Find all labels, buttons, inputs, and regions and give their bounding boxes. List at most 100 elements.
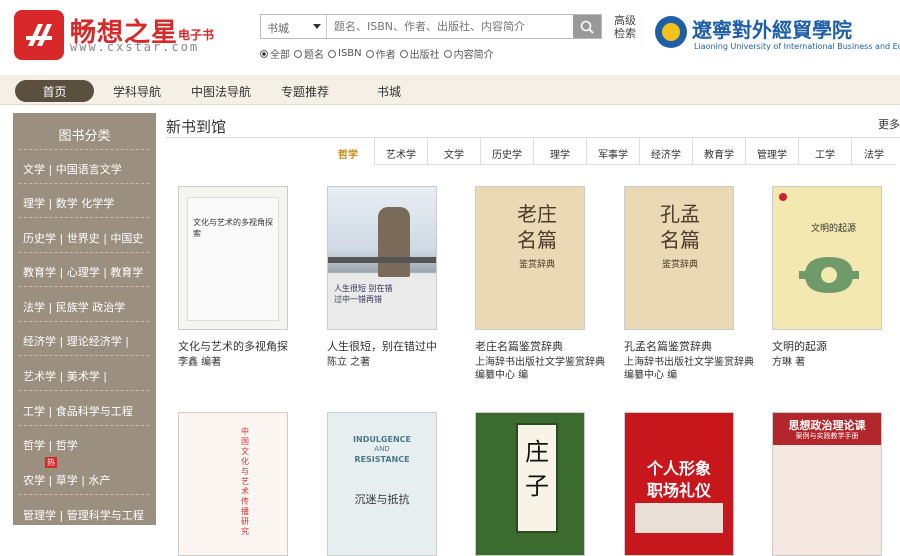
- cover-title: 中国文化与艺术传播研究: [241, 427, 249, 536]
- book-title[interactable]: 文化与艺术的多视角探: [178, 338, 318, 354]
- book-cover[interactable]: INDULGENCE AND RESISTANCE 沉迷与抵抗: [327, 412, 437, 556]
- sidebar-item-history[interactable]: 历史学 | 世界史 | 中国史: [23, 230, 149, 246]
- main-nav: 首页 学科导航 中图法导航 专题推荐 书城: [0, 75, 900, 105]
- book-cover[interactable]: 老庄名篇 鉴赏辞典: [475, 186, 585, 330]
- sidebar-item-engineering[interactable]: 工学 | 食品科学与工程: [23, 403, 149, 419]
- nav-bookstore[interactable]: 书城: [377, 80, 401, 102]
- sidebar-item-literature[interactable]: 文学 | 中国语言文学: [23, 161, 149, 177]
- book-title[interactable]: 孔孟名篇鉴赏辞典: [624, 338, 764, 354]
- radio-icon: [365, 49, 374, 58]
- brand-url: www.cxstar.com: [70, 40, 200, 54]
- cover-title: 沉迷与抵抗: [354, 493, 410, 506]
- cover-title-en: RESISTANCE: [354, 455, 410, 464]
- nav-home[interactable]: 首页: [15, 80, 94, 102]
- cover-title: 文化与艺术的多视角探索: [193, 218, 273, 238]
- radio-icon: [294, 49, 302, 58]
- sidebar-item-law[interactable]: 法学 | 民族学 政治学: [23, 299, 149, 315]
- nav-subject[interactable]: 学科导航: [113, 80, 161, 102]
- book-cover[interactable]: 个人形象 职场礼仪: [624, 412, 734, 556]
- cover-title: 个人形象: [646, 459, 711, 478]
- sidebar-item-management[interactable]: 管理学 | 管理科学与工程: [23, 507, 149, 523]
- divider: [19, 425, 149, 426]
- radio-author[interactable]: 作者: [365, 46, 396, 61]
- search-scope-select[interactable]: 书城: [261, 15, 327, 38]
- radio-title[interactable]: 题名: [294, 46, 324, 61]
- book-cover[interactable]: 中国文化与艺术传播研究: [178, 412, 288, 556]
- divider: [19, 390, 149, 391]
- tab-art[interactable]: 艺术学: [375, 138, 428, 165]
- university-name: 遼寧對外經貿學院: [692, 18, 852, 42]
- tab-law[interactable]: 法学: [852, 138, 896, 165]
- sidebar-item-agriculture[interactable]: 农学 | 草学 | 水产: [23, 472, 149, 488]
- radio-publisher[interactable]: 出版社: [399, 46, 440, 61]
- radio-isbn[interactable]: ISBN: [328, 46, 362, 61]
- book-title[interactable]: 人生很短，别在错过中: [327, 338, 467, 354]
- book-cover[interactable]: 文化与艺术的多视角探索: [178, 186, 288, 330]
- tab-philosophy[interactable]: 哲学: [322, 138, 375, 165]
- radio-summary[interactable]: 内容简介: [443, 46, 494, 61]
- search-field-radios: 全部 题名 ISBN 作者 出版社 内容简介: [260, 46, 494, 61]
- cxstar-logo[interactable]: [14, 10, 64, 60]
- tab-literature[interactable]: 文学: [428, 138, 481, 165]
- divider: [19, 183, 149, 184]
- sidebar-item-science[interactable]: 理学 | 数学 化学学: [23, 195, 149, 211]
- tab-science[interactable]: 理学: [534, 138, 587, 165]
- divider: [19, 321, 149, 322]
- book-author: 上海辞书出版社文学鉴赏辞典编纂中心 编: [475, 357, 605, 381]
- nav-topics[interactable]: 专题推荐: [281, 80, 329, 102]
- sidebar-item-economics[interactable]: 经济学 | 理论经济学 |: [23, 333, 149, 349]
- book-title[interactable]: 老庄名篇鉴赏辞典: [475, 338, 615, 354]
- cover-subtitle: 案例与实践教学手册: [795, 432, 859, 440]
- divider: [19, 286, 149, 287]
- radio-all[interactable]: 全部: [260, 46, 290, 61]
- cover-subtitle: 鉴赏辞典: [661, 260, 698, 270]
- category-sidebar: 图书分类 文学 | 中国语言文学 理学 | 数学 化学学 历史学 | 世界史 |…: [13, 113, 156, 525]
- more-link[interactable]: 更多: [878, 116, 900, 132]
- cover-title: 文明的起源: [811, 224, 857, 234]
- sidebar-title: 图书分类: [58, 129, 111, 144]
- tab-history[interactable]: 历史学: [481, 138, 534, 165]
- header: 畅想之星 电子书 www.cxstar.com 书城 高级检索 全部 题名 IS…: [0, 0, 900, 75]
- divider: [19, 494, 149, 495]
- book-cover[interactable]: 思想政治理论课 案例与实践教学手册: [772, 412, 882, 556]
- search-icon: [580, 20, 594, 34]
- tab-engineering[interactable]: 工学: [799, 138, 852, 165]
- sidebar-item-philosophy[interactable]: 哲学 | 哲学: [23, 437, 149, 453]
- book-author: 陈立 之著: [327, 357, 371, 368]
- book-author: 李鑫 编著: [178, 357, 222, 368]
- book-title[interactable]: 文明的起源: [772, 338, 900, 354]
- radio-checked-icon: [260, 49, 268, 58]
- logo-glyph-icon: [26, 24, 52, 46]
- cover-title: 职场礼仪: [646, 481, 711, 500]
- hot-badge: 热: [45, 457, 57, 468]
- cover-subtitle: 鉴赏辞典: [518, 260, 555, 270]
- book-cover[interactable]: 文明的起源: [772, 186, 882, 330]
- tab-economics[interactable]: 经济学: [640, 138, 693, 165]
- divider: [19, 252, 149, 253]
- cover-title: 庄子: [525, 438, 549, 500]
- university-english-name: Liaoning University of International Bus…: [694, 42, 900, 51]
- cover-title: 人生很短 别在错过中一错再错: [334, 284, 393, 304]
- radio-icon: [399, 49, 408, 58]
- book-author: 上海辞书出版社文学鉴赏辞典编纂中心 编: [624, 357, 754, 381]
- advanced-search-link[interactable]: 高级检索: [614, 14, 644, 40]
- book-cover[interactable]: 庄子: [475, 412, 585, 556]
- book-author: 方琳 著: [772, 357, 806, 368]
- tab-military[interactable]: 军事学: [587, 138, 640, 165]
- search-button[interactable]: [573, 15, 601, 38]
- chevron-down-icon: [313, 24, 321, 29]
- tab-education[interactable]: 教育学: [693, 138, 746, 165]
- nav-clc[interactable]: 中图法导航: [191, 80, 251, 102]
- sidebar-item-art[interactable]: 艺术学 | 美术学 |: [23, 368, 149, 384]
- cover-title: 孔孟名篇: [660, 202, 700, 252]
- tab-management[interactable]: 管理学: [746, 138, 799, 165]
- sidebar-item-education[interactable]: 教育学 | 心理学 | 教育学: [23, 264, 149, 280]
- subject-tabs: 哲学 艺术学 文学 历史学 理学 军事学 经济学 教育学 管理学 工学 法学: [322, 138, 896, 165]
- search-input[interactable]: [328, 15, 574, 38]
- book-cover[interactable]: 孔孟名篇 鉴赏辞典: [624, 186, 734, 330]
- divider: [19, 149, 149, 150]
- cover-title-en: INDULGENCE: [353, 435, 411, 444]
- book-cover[interactable]: 人生很短 别在错过中一错再错: [327, 186, 437, 330]
- section-title: 新书到馆: [166, 118, 227, 136]
- university-emblem-icon: [655, 16, 687, 48]
